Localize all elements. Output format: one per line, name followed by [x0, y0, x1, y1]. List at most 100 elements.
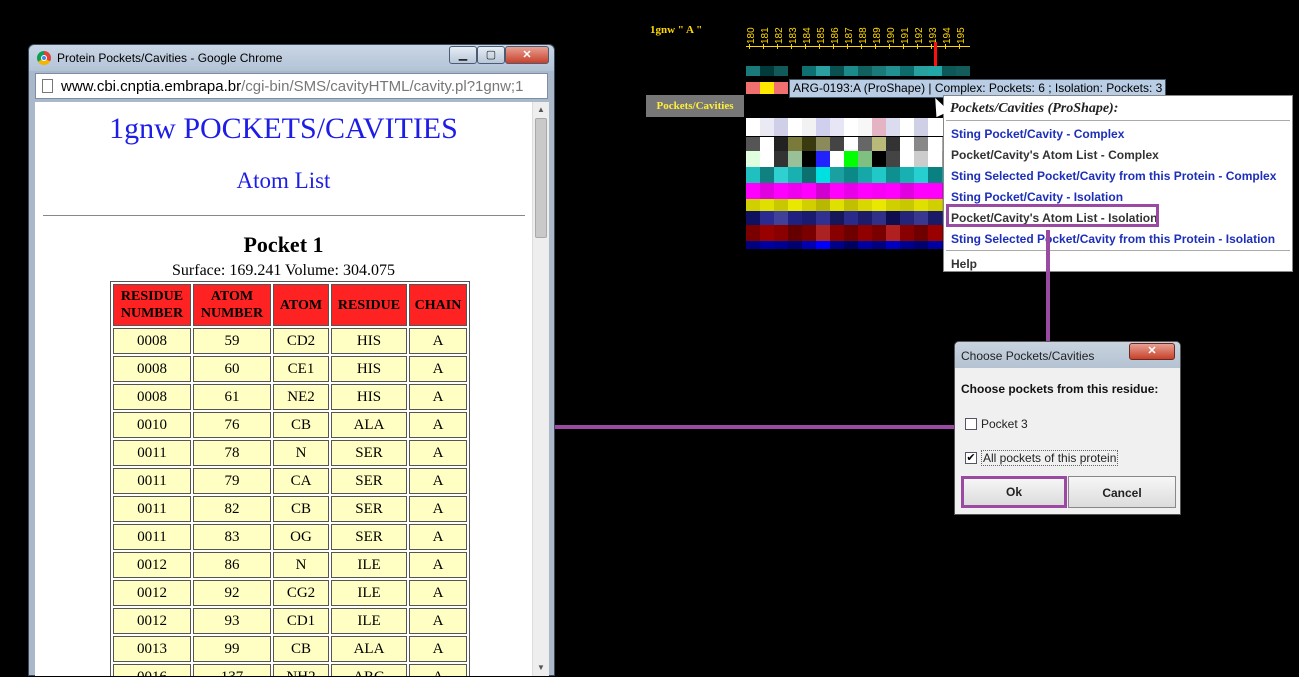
dialog-close-button[interactable]: ✕ [1129, 343, 1175, 360]
dialog-titlebar[interactable]: Choose Pockets/Cavities ✕ [955, 342, 1180, 368]
residue-cell[interactable] [760, 211, 774, 225]
property-track[interactable] [746, 137, 970, 151]
residue-cell[interactable] [760, 167, 774, 183]
vertical-scrollbar[interactable]: ▲ ▼ [532, 102, 549, 676]
scroll-down-arrow-icon[interactable]: ▼ [533, 660, 549, 676]
property-track[interactable] [746, 225, 970, 241]
residue-cell[interactable] [830, 66, 844, 76]
residue-cell[interactable] [830, 167, 844, 183]
residue-cell[interactable] [858, 241, 872, 249]
residue-cell[interactable] [802, 241, 816, 249]
property-track[interactable] [746, 151, 970, 167]
residue-cell[interactable] [830, 225, 844, 241]
residue-cell[interactable] [816, 66, 830, 76]
pocket-option-label[interactable]: Pocket 3 [981, 417, 1028, 431]
ok-button[interactable]: Ok [961, 476, 1067, 508]
residue-cell[interactable] [900, 118, 914, 136]
residue-cell[interactable] [886, 167, 900, 183]
residue-cell[interactable] [844, 118, 858, 136]
residue-cell[interactable] [872, 183, 886, 199]
residue-cell[interactable] [914, 225, 928, 241]
address-bar[interactable]: www.cbi.cnptia.embrapa.br/cgi-bin/SMS/ca… [35, 73, 548, 99]
residue-cell[interactable] [914, 211, 928, 225]
residue-cell[interactable] [886, 199, 900, 211]
residue-cell[interactable] [746, 66, 760, 76]
residue-cell[interactable] [900, 167, 914, 183]
residue-cell[interactable] [844, 211, 858, 225]
property-track[interactable] [746, 241, 970, 249]
menu-item-sting-pocket-isolation[interactable]: Sting Pocket/Cavity - Isolation [951, 190, 1123, 204]
residue-cell[interactable] [900, 137, 914, 151]
property-track[interactable] [746, 211, 970, 225]
residue-cell[interactable] [816, 211, 830, 225]
residue-cell[interactable] [886, 183, 900, 199]
residue-cell[interactable] [830, 241, 844, 249]
residue-cell[interactable] [886, 151, 900, 167]
residue-cell[interactable] [774, 199, 788, 211]
residue-cell[interactable] [830, 183, 844, 199]
residue-cell[interactable] [914, 199, 928, 211]
residue-cell[interactable] [760, 137, 774, 151]
residue-cell[interactable] [774, 118, 788, 136]
menu-item-sting-selected-complex[interactable]: Sting Selected Pocket/Cavity from this P… [951, 169, 1276, 183]
browser-titlebar[interactable]: Protein Pockets/Cavities - Google Chrome… [29, 45, 554, 71]
residue-cell[interactable] [858, 151, 872, 167]
residue-cell[interactable] [858, 167, 872, 183]
residue-cell[interactable] [746, 118, 760, 136]
residue-cell[interactable] [844, 241, 858, 249]
residue-cell[interactable] [886, 118, 900, 136]
residue-cell[interactable] [872, 199, 886, 211]
residue-cell[interactable] [886, 66, 900, 76]
residue-cell[interactable] [788, 66, 802, 76]
residue-cell[interactable] [816, 167, 830, 183]
residue-cell[interactable] [858, 225, 872, 241]
residue-cell[interactable] [928, 199, 942, 211]
residue-cell[interactable] [774, 66, 788, 76]
residue-cell[interactable] [830, 211, 844, 225]
residue-cell[interactable] [774, 183, 788, 199]
residue-cell[interactable] [928, 151, 942, 167]
menu-item-atom-list-complex[interactable]: Pocket/Cavity's Atom List - Complex [951, 148, 1159, 162]
residue-cell[interactable] [802, 66, 816, 76]
residue-cell[interactable] [760, 199, 774, 211]
menu-item-sting-selected-isolation[interactable]: Sting Selected Pocket/Cavity from this P… [951, 232, 1275, 246]
residue-cell[interactable] [844, 167, 858, 183]
residue-cell[interactable] [830, 199, 844, 211]
residue-cell[interactable] [760, 118, 774, 136]
residue-cell[interactable] [774, 211, 788, 225]
residue-cell[interactable] [858, 183, 872, 199]
residue-cell[interactable] [746, 137, 760, 151]
residue-cell[interactable] [858, 199, 872, 211]
residue-cell[interactable] [816, 118, 830, 136]
residue-cell[interactable] [746, 151, 760, 167]
residue-cell[interactable] [746, 211, 760, 225]
residue-cell[interactable] [816, 199, 830, 211]
residue-cell[interactable] [774, 225, 788, 241]
track-label-pockets[interactable]: Pockets/Cavities [646, 95, 744, 117]
residue-cell[interactable] [914, 137, 928, 151]
residue-cell[interactable] [844, 66, 858, 76]
property-track[interactable] [746, 167, 970, 183]
residue-cell[interactable] [816, 137, 830, 151]
residue-cell[interactable] [788, 241, 802, 249]
property-track[interactable] [746, 118, 970, 136]
residue-cell[interactable] [928, 137, 942, 151]
residue-cell[interactable] [844, 183, 858, 199]
residue-cell[interactable] [774, 137, 788, 151]
residue-cell[interactable] [872, 211, 886, 225]
residue-cell[interactable] [774, 151, 788, 167]
residue-cell[interactable] [900, 241, 914, 249]
residue-cell[interactable] [844, 137, 858, 151]
residue-cell[interactable] [788, 183, 802, 199]
close-button[interactable]: ✕ [505, 46, 549, 64]
residue-cell[interactable] [844, 199, 858, 211]
residue-cell[interactable] [872, 66, 886, 76]
residue-cell[interactable] [816, 241, 830, 249]
residue-cell[interactable] [928, 66, 942, 76]
residue-cell[interactable] [844, 151, 858, 167]
residue-cell[interactable] [830, 118, 844, 136]
residue-cell[interactable] [746, 167, 760, 183]
residue-cell[interactable] [774, 82, 788, 94]
residue-cell[interactable] [760, 241, 774, 249]
residue-cell[interactable] [788, 167, 802, 183]
